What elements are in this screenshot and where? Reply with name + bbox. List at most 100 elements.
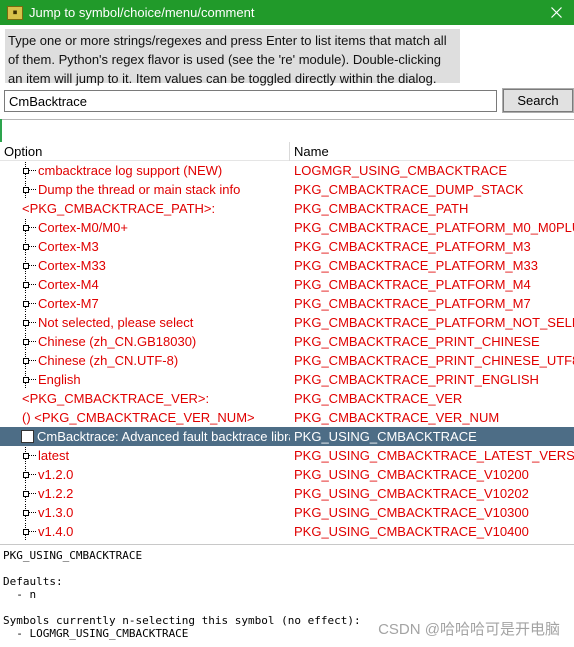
search-input[interactable] <box>4 90 497 112</box>
option-label: Cortex-M3 <box>38 239 99 254</box>
tree-branch-icon <box>20 503 36 522</box>
option-label: English <box>38 372 81 387</box>
option-label: Cortex-M4 <box>38 277 99 292</box>
option-cell: v1.4.0 <box>0 522 290 541</box>
symbol-name: PKG_CMBACKTRACE_VER <box>294 391 463 406</box>
result-row[interactable]: Dump the thread or main stack info PKG_CM… <box>0 180 574 199</box>
tree-branch-icon <box>20 313 36 332</box>
tree-branch-icon <box>20 161 36 180</box>
option-label: v1.2.0 <box>38 467 74 482</box>
name-cell: PKG_CMBACKTRACE_DUMP_STACK <box>290 180 574 199</box>
option-cell: cmbacktrace log support (NEW) <box>0 161 290 180</box>
tree-branch-icon <box>20 275 36 294</box>
option-cell: CmBacktrace: Advanced fault backtrace li… <box>0 427 290 446</box>
name-cell: PKG_CMBACKTRACE_PRINT_CHINESE <box>290 332 574 351</box>
name-cell: PKG_CMBACKTRACE_PRINT_CHINESE_UTF8 <box>290 351 574 370</box>
tree-branch-icon <box>20 465 36 484</box>
results-header: Option Name <box>0 142 574 161</box>
column-header-name[interactable]: Name <box>290 142 574 161</box>
result-row[interactable]: latest PKG_USING_CMBACKTRACE_LATEST_VERSI… <box>0 446 574 465</box>
result-row[interactable]: CmBacktrace: Advanced fault backtrace li… <box>0 427 574 446</box>
result-row[interactable]: English PKG_CMBACKTRACE_PRINT_ENGLISH <box>0 370 574 389</box>
column-header-option[interactable]: Option <box>0 142 290 161</box>
result-row[interactable]: v1.3.0 PKG_USING_CMBACKTRACE_V10300 <box>0 503 574 522</box>
option-cell: latest <box>0 446 290 465</box>
app-icon: ■ <box>7 5 23 20</box>
name-cell: PKG_CMBACKTRACE_PATH <box>290 199 574 218</box>
name-cell: PKG_USING_CMBACKTRACE_V10200 <box>290 465 574 484</box>
symbol-name: PKG_CMBACKTRACE_DUMP_STACK <box>294 182 524 197</box>
symbol-name: PKG_CMBACKTRACE_PLATFORM_M4 <box>294 277 531 292</box>
tree-branch-icon <box>20 256 36 275</box>
window-title: Jump to symbol/choice/menu/comment <box>29 5 255 20</box>
result-row[interactable]: Cortex-M7 PKG_CMBACKTRACE_PLATFORM_M7 <box>0 294 574 313</box>
tree-branch-icon <box>20 370 36 389</box>
symbol-name: PKG_CMBACKTRACE_PLATFORM_M7 <box>294 296 531 311</box>
option-cell: Cortex-M4 <box>0 275 290 294</box>
option-cell: Chinese (zh_CN.GB18030) <box>0 332 290 351</box>
result-row[interactable]: Chinese (zh_CN.GB18030) PKG_CMBACKTRACE_P… <box>0 332 574 351</box>
help-line: an item will jump to it. Item values can… <box>8 71 437 86</box>
symbol-name: PKG_CMBACKTRACE_PATH <box>294 201 469 216</box>
results-rows: cmbacktrace log support (NEW) LOGMGR_USIN… <box>0 161 574 541</box>
tree-branch-icon <box>20 522 36 541</box>
option-label: () <PKG_CMBACKTRACE_VER_NUM> <box>22 410 255 425</box>
close-icon <box>550 7 562 18</box>
tree-branch-icon <box>20 218 36 237</box>
symbol-name: PKG_USING_CMBACKTRACE_V10200 <box>294 467 529 482</box>
option-label: <PKG_CMBACKTRACE_PATH>: <box>22 201 216 216</box>
option-cell: Dump the thread or main stack info <box>0 180 290 199</box>
result-row[interactable]: <PKG_CMBACKTRACE_PATH>: PKG_CMBACKTRACE_P… <box>0 199 574 218</box>
name-cell: PKG_CMBACKTRACE_PRINT_ENGLISH <box>290 370 574 389</box>
option-cell: English <box>0 370 290 389</box>
result-row[interactable]: Not selected, please select PKG_CMBACKTRA… <box>0 313 574 332</box>
symbol-name: PKG_USING_CMBACKTRACE_V10300 <box>294 505 529 520</box>
help-line: Type one or more strings/regexes and pre… <box>8 33 447 48</box>
info-line <box>3 601 571 614</box>
result-row[interactable]: v1.2.0 PKG_USING_CMBACKTRACE_V10200 <box>0 465 574 484</box>
option-cell: v1.3.0 <box>0 503 290 522</box>
search-button[interactable]: Search <box>502 88 574 113</box>
result-row[interactable]: Cortex-M4 PKG_CMBACKTRACE_PLATFORM_M4 <box>0 275 574 294</box>
option-cell: v1.2.0 <box>0 465 290 484</box>
option-cell: <PKG_CMBACKTRACE_PATH>: <box>0 199 290 218</box>
help-text: Type one or more strings/regexes and pre… <box>5 29 460 86</box>
symbol-name: PKG_CMBACKTRACE_PLATFORM_NOT_SELECTED <box>294 315 574 330</box>
symbol-name: PKG_USING_CMBACKTRACE_LATEST_VERSION <box>294 448 574 463</box>
result-row[interactable]: Cortex-M33 PKG_CMBACKTRACE_PLATFORM_M33 <box>0 256 574 275</box>
tree-branch-icon <box>20 446 36 465</box>
symbol-name: LOGMGR_USING_CMBACKTRACE <box>294 163 508 178</box>
option-checkbox[interactable] <box>21 430 34 443</box>
option-cell: () <PKG_CMBACKTRACE_VER_NUM> <box>0 408 290 427</box>
result-row[interactable]: v1.2.2 PKG_USING_CMBACKTRACE_V10202 <box>0 484 574 503</box>
close-button[interactable] <box>538 0 574 25</box>
option-cell: Cortex-M3 <box>0 237 290 256</box>
result-row[interactable]: cmbacktrace log support (NEW) LOGMGR_USIN… <box>0 161 574 180</box>
result-row[interactable]: Cortex-M0/M0+ PKG_CMBACKTRACE_PLATFORM_M0… <box>0 218 574 237</box>
option-label: v1.3.0 <box>38 505 74 520</box>
info-line: - n <box>3 588 37 601</box>
tree-branch-icon <box>20 351 36 370</box>
name-cell: PKG_USING_CMBACKTRACE <box>290 427 574 446</box>
symbol-name: PKG_CMBACKTRACE_PRINT_CHINESE_UTF8 <box>294 353 574 368</box>
option-label: v1.4.0 <box>38 524 74 539</box>
info-line: Defaults: <box>3 575 63 588</box>
tree-branch-icon <box>20 237 36 256</box>
result-row[interactable]: Cortex-M3 PKG_CMBACKTRACE_PLATFORM_M3 <box>0 237 574 256</box>
option-cell: v1.2.2 <box>0 484 290 503</box>
result-row[interactable]: <PKG_CMBACKTRACE_VER>: PKG_CMBACKTRACE_VE… <box>0 389 574 408</box>
result-row[interactable]: v1.4.0 PKG_USING_CMBACKTRACE_V10400 <box>0 522 574 541</box>
name-cell: PKG_USING_CMBACKTRACE_V10300 <box>290 503 574 522</box>
option-label: CmBacktrace: Advanced fault backtrace li… <box>37 429 290 444</box>
watermark: CSDN @哈哈哈可是开电脑 <box>378 621 560 638</box>
option-cell: Cortex-M7 <box>0 294 290 313</box>
symbol-name: PKG_CMBACKTRACE_PLATFORM_M33 <box>294 258 538 273</box>
result-row[interactable]: Chinese (zh_CN.UTF-8) PKG_CMBACKTRACE_PRI… <box>0 351 574 370</box>
name-cell: PKG_CMBACKTRACE_PLATFORM_M7 <box>290 294 574 313</box>
name-cell: PKG_CMBACKTRACE_VER_NUM <box>290 408 574 427</box>
tree-branch-icon <box>20 180 36 199</box>
tree-branch-icon <box>20 484 36 503</box>
option-cell: Not selected, please select <box>0 313 290 332</box>
symbol-name: PKG_USING_CMBACKTRACE_V10202 <box>294 486 529 501</box>
result-row[interactable]: () <PKG_CMBACKTRACE_VER_NUM> PKG_CMBACKTR… <box>0 408 574 427</box>
